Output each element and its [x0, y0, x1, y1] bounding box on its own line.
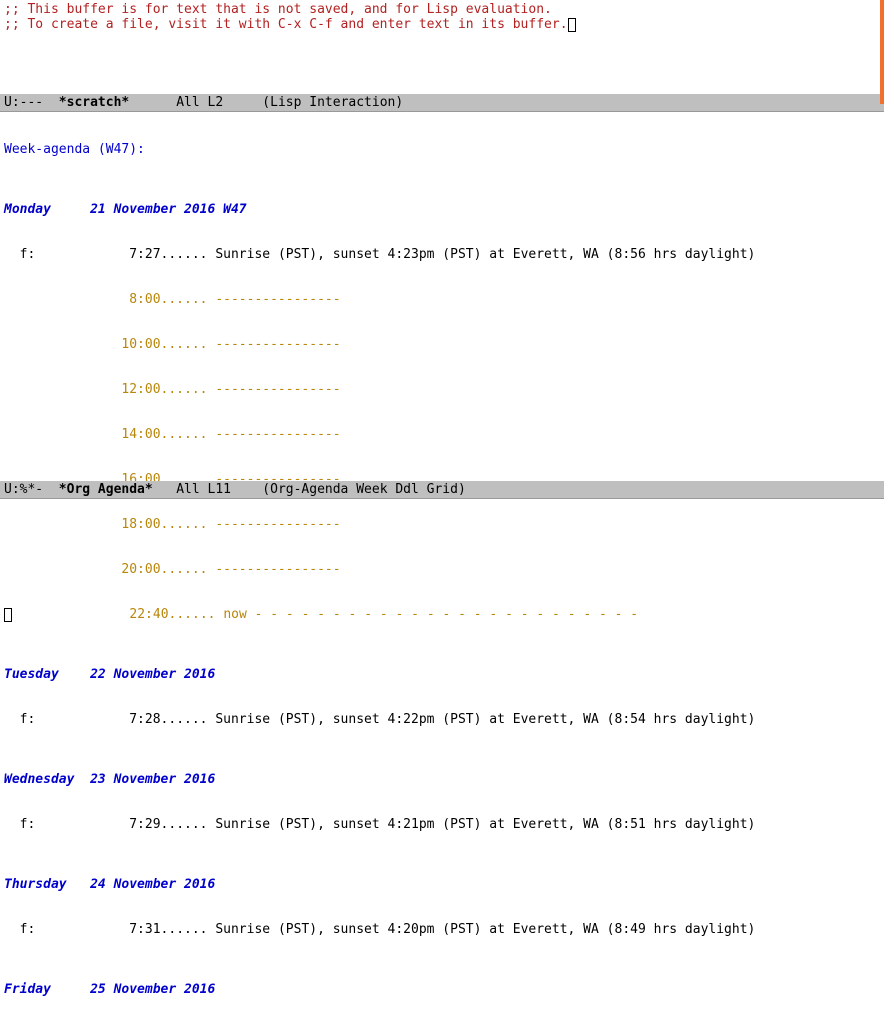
minibuffer[interactable] — [0, 499, 884, 513]
agenda-sunrise-entry: 7:28...... Sunrise (PST), sunset 4:22pm … — [121, 712, 755, 727]
cursor-agenda — [4, 608, 12, 622]
agenda-category: f: — [4, 922, 121, 937]
agenda-day-tuesday: Tuesday 22 November 2016 — [4, 667, 880, 682]
agenda-time-grid: 12:00...... ---------------- — [4, 382, 880, 397]
modeline-org-agenda[interactable]: U:%*- *Org Agenda* All L11 (Org-Agenda W… — [0, 481, 884, 499]
modeline-status: U:%*- — [4, 482, 51, 497]
agenda-now-marker: 22:40...... now - - - - - - - - - - - - … — [12, 607, 638, 622]
agenda-time-grid: 18:00...... ---------------- — [4, 517, 880, 532]
cursor-scratch — [568, 18, 576, 32]
scratch-comment-line: ;; This buffer is for text that is not s… — [4, 2, 880, 17]
modeline-buffer-name: *scratch* — [51, 95, 129, 110]
agenda-category: f: — [4, 817, 121, 832]
agenda-category: f: — [4, 712, 121, 727]
modeline-position: All L11 (Org-Agenda Week Ddl Grid) — [153, 482, 466, 497]
org-agenda-window[interactable]: Week-agenda (W47): Monday 21 November 20… — [0, 112, 884, 1026]
agenda-time-grid: 8:00...... ---------------- — [4, 292, 880, 307]
agenda-category: f: — [4, 247, 121, 262]
agenda-day-monday: Monday 21 November 2016 W47 — [4, 202, 880, 217]
agenda-day-wednesday: Wednesday 23 November 2016 — [4, 772, 880, 787]
scratch-buffer-window[interactable]: ;; This buffer is for text that is not s… — [0, 0, 884, 94]
modeline-status: U:--- — [4, 95, 51, 110]
agenda-sunrise-entry: 7:31...... Sunrise (PST), sunset 4:20pm … — [121, 922, 755, 937]
agenda-week-header: Week-agenda (W47): — [4, 142, 880, 157]
modeline-scratch[interactable]: U:--- *scratch* All L2 (Lisp Interaction… — [0, 94, 884, 112]
agenda-time-grid: 14:00...... ---------------- — [4, 427, 880, 442]
modeline-position: All L2 (Lisp Interaction) — [129, 95, 403, 110]
modeline-buffer-name: *Org Agenda* — [51, 482, 153, 497]
agenda-time-grid: 20:00...... ---------------- — [4, 562, 880, 577]
scrollbar-top[interactable] — [880, 0, 884, 104]
agenda-day-friday: Friday 25 November 2016 — [4, 982, 880, 997]
agenda-day-thursday: Thursday 24 November 2016 — [4, 877, 880, 892]
scratch-comment-line: ;; To create a file, visit it with C-x C… — [4, 17, 568, 32]
agenda-time-grid: 10:00...... ---------------- — [4, 337, 880, 352]
agenda-sunrise-entry: 7:27...... Sunrise (PST), sunset 4:23pm … — [121, 247, 755, 262]
agenda-sunrise-entry: 7:29...... Sunrise (PST), sunset 4:21pm … — [121, 817, 755, 832]
